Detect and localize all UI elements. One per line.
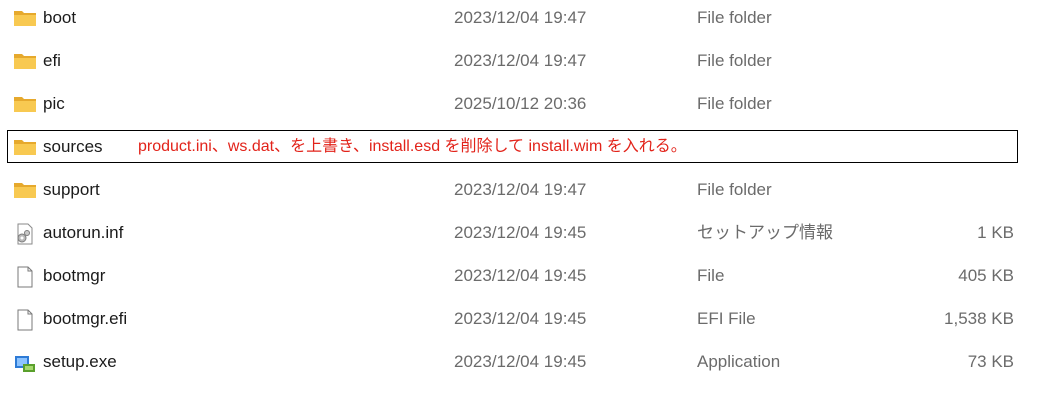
file-type: File folder bbox=[697, 94, 772, 113]
file-type: セットアップ情報 bbox=[697, 223, 833, 242]
file-size: 1 KB bbox=[977, 223, 1014, 242]
file-row-boot[interactable]: boot 2023/12/04 19:47 File folder bbox=[0, 0, 1038, 43]
file-name: efi bbox=[43, 51, 61, 70]
file-date: 2023/12/04 19:47 bbox=[454, 8, 587, 27]
file-size: 405 KB bbox=[958, 266, 1014, 285]
file-date: 2023/12/04 19:47 bbox=[454, 51, 587, 70]
file-type: File folder bbox=[697, 180, 772, 199]
folder-icon bbox=[13, 94, 37, 114]
file-row-efi[interactable]: efi 2023/12/04 19:47 File folder bbox=[0, 43, 1038, 86]
settings-file-icon bbox=[13, 223, 37, 245]
folder-icon bbox=[13, 8, 37, 28]
file-type: File folder bbox=[697, 8, 772, 27]
file-row-autorun-inf[interactable]: autorun.inf 2023/12/04 19:45 セットアップ情報 1 … bbox=[0, 215, 1038, 258]
file-date: 2023/12/04 19:45 bbox=[454, 223, 587, 242]
file-date: 2023/12/04 19:45 bbox=[454, 309, 587, 328]
setup-exe-icon bbox=[13, 352, 37, 372]
file-type: File bbox=[697, 266, 725, 285]
file-icon bbox=[13, 309, 37, 331]
file-name: setup.exe bbox=[43, 352, 117, 371]
file-size: 73 KB bbox=[967, 352, 1014, 371]
file-type: File folder bbox=[697, 51, 772, 70]
file-name: support bbox=[43, 180, 100, 199]
file-name: pic bbox=[43, 94, 65, 113]
annotation-note: product.ini、ws.dat、を上書き、install.esd を削除し… bbox=[138, 138, 687, 155]
folder-icon bbox=[13, 51, 37, 71]
file-row-bootmgr-efi[interactable]: bootmgr.efi 2023/12/04 19:45 EFI File 1,… bbox=[0, 301, 1038, 344]
file-name: bootmgr.efi bbox=[43, 309, 128, 328]
file-size: 1,538 KB bbox=[944, 309, 1014, 328]
file-row-pic[interactable]: pic 2025/10/12 20:36 File folder bbox=[0, 86, 1038, 129]
file-row-sources[interactable]: sources product.ini、ws.dat、を上書き、install.… bbox=[0, 129, 1038, 172]
file-type: Application bbox=[697, 352, 781, 371]
file-row-setup-exe[interactable]: setup.exe 2023/12/04 19:45 Application 7… bbox=[0, 344, 1038, 387]
file-type: EFI File bbox=[697, 309, 756, 328]
file-name: autorun.inf bbox=[43, 223, 124, 242]
file-date: 2023/12/04 19:45 bbox=[454, 352, 587, 371]
file-row-bootmgr[interactable]: bootmgr 2023/12/04 19:45 File 405 KB bbox=[0, 258, 1038, 301]
file-date: 2023/12/04 19:45 bbox=[454, 266, 587, 285]
file-name: boot bbox=[43, 8, 77, 27]
file-name: bootmgr bbox=[43, 266, 106, 285]
file-date: 2023/12/04 19:47 bbox=[454, 180, 587, 199]
folder-icon bbox=[13, 137, 37, 157]
file-name: sources bbox=[43, 137, 103, 156]
file-icon bbox=[13, 266, 37, 288]
folder-icon bbox=[13, 180, 37, 200]
file-date: 2025/10/12 20:36 bbox=[454, 94, 587, 113]
file-list: boot 2023/12/04 19:47 File folder efi 20… bbox=[0, 0, 1038, 401]
file-row-support[interactable]: support 2023/12/04 19:47 File folder bbox=[0, 172, 1038, 215]
